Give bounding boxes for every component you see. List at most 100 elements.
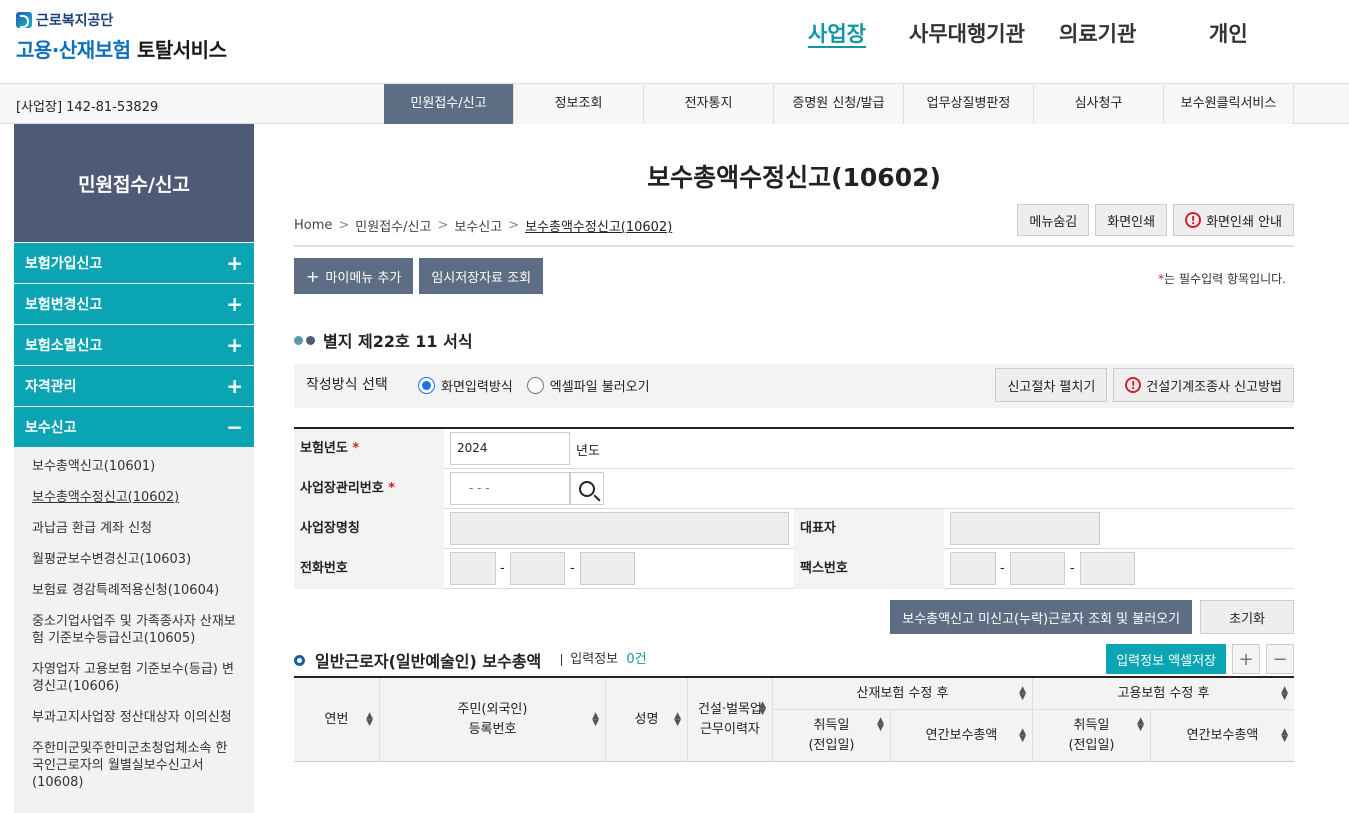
sidebar-cat-pay-report[interactable]: 보수신고 − (14, 407, 254, 447)
sort-icon: ▲ ▼ (1137, 716, 1144, 733)
col-name[interactable]: 성명 ▲ ▼ (606, 678, 688, 762)
col-seq[interactable]: 연번 ▲ ▼ (294, 678, 380, 762)
print-guide-button[interactable]: ! 화면인쇄 안내 (1173, 204, 1294, 236)
search-button[interactable] (570, 472, 604, 505)
col-seq-label: 연번 (324, 712, 349, 727)
tab-pay-oneclick[interactable]: 보수원클릭서비스 (1164, 84, 1294, 124)
hide-menu-button[interactable]: 메뉴숨김 (1017, 204, 1090, 236)
col-industrial-total-label: 연간보수총액 (925, 728, 998, 743)
sidebar-cat-terminate[interactable]: 보험소멸신고 + (14, 325, 254, 365)
construction-guide-label: 건설기계조종사 신고방법 (1146, 379, 1282, 395)
year-input[interactable] (450, 432, 570, 465)
breadcrumb-item[interactable]: 보수신고 (454, 216, 502, 235)
method-radio-group: 화면입력방식 엑셀파일 불러오기 (418, 376, 650, 395)
construction-guide-button[interactable]: ! 건설기계조종사 신고방법 (1113, 368, 1294, 402)
phone-field-3 (580, 552, 635, 585)
sort-icon: ▲ ▼ (877, 716, 884, 733)
biz-name-field (450, 512, 789, 545)
worker-section-actions: 입력정보 엑셀저장 + − (1106, 644, 1294, 674)
nav-personal[interactable]: 개인 (1209, 18, 1248, 48)
col-group-industrial[interactable]: 산재보험 수정 후 ▲ ▼ (773, 678, 1033, 709)
minus-icon: − (226, 415, 243, 439)
col-construction-label: 건설·벌목업 근무이력자 (698, 702, 762, 737)
radio-screen-input-label[interactable]: 화면입력방식 (441, 376, 513, 395)
col-employment-total[interactable]: 연간보수총액 ▲ ▼ (1151, 710, 1294, 762)
breadcrumb-item[interactable]: 민원접수/신고 (355, 216, 431, 235)
expand-procedure-button[interactable]: 신고절차 펼치기 (995, 368, 1108, 402)
add-row-button[interactable]: + (1232, 644, 1260, 674)
radio-excel-import[interactable] (526, 377, 544, 394)
sidebar-item[interactable]: 자영업자 고용보험 기준보수(등급) 변경신고(10606) (14, 654, 254, 702)
sidebar-cat-label: 보험소멸신고 (25, 338, 103, 354)
sidebar-item[interactable]: 보험료 경감특례적용신청(10604) (14, 575, 254, 606)
temp-lookup-button[interactable]: 임시저장자료 조회 (419, 258, 544, 294)
minus-icon: − (1272, 648, 1288, 670)
sidebar-sub-list: 보수총액신고(10601) 보수총액수정신고(10602) 과납금 환급 계좌 … (14, 447, 254, 798)
nav-business[interactable]: 사업장 (808, 18, 866, 48)
sort-icon: ▲ ▼ (1019, 684, 1026, 702)
sidebar-item[interactable]: 주한미군및주한미군초청업체소속 한국인근로자의 월별실보수신고서(10608) (14, 733, 254, 798)
sub-bar: [사업장] 142-81-53829 민원접수/신고 정보조회 전자통지 증명원… (0, 84, 1349, 124)
org-name: 근로복지공단 (36, 13, 114, 29)
phone-label: 전화번호 (294, 549, 444, 589)
plus-icon: + (1238, 648, 1254, 670)
input-count: 0건 (626, 652, 647, 667)
sidebar-title: 민원접수/신고 (14, 124, 254, 242)
sidebar-item[interactable]: 보수총액신고(10601) (14, 451, 254, 482)
col-employment-acq-date[interactable]: 취득일 (전입일) ▲ ▼ (1033, 710, 1151, 762)
col-industrial-total[interactable]: 연간보수총액 ▲ ▼ (891, 710, 1033, 762)
unreported-lookup-button[interactable]: 보수총액신고 미신고(누락)근로자 조회 및 불러오기 (890, 600, 1193, 634)
tab-complaint[interactable]: 민원접수/신고 (384, 84, 514, 124)
form-row-phone: 전화번호 - - 팩스번호 - - (294, 549, 1294, 589)
logo[interactable]: 근로복지공단 고용·산재보험 토탈서비스 (16, 10, 227, 63)
service-name-dark: 토탈서비스 (136, 38, 227, 62)
radio-excel-import-label[interactable]: 엑셀파일 불러오기 (550, 376, 650, 395)
tab-info-lookup[interactable]: 정보조회 (514, 84, 644, 124)
sidebar-cat-qualification[interactable]: 자격관리 + (14, 366, 254, 406)
nav-medical[interactable]: 의료기관 (1059, 18, 1136, 48)
phone-dash: - (500, 561, 505, 576)
top-header: 근로복지공단 고용·산재보험 토탈서비스 사업장 사무대행기관 의료기관 개인 (0, 0, 1349, 84)
phone-field-2 (510, 552, 565, 585)
sidebar-cat-join[interactable]: 보험가입신고 + (14, 243, 254, 283)
sidebar-cat-label: 보험변경신고 (25, 297, 103, 313)
page-title: 보수총액수정신고(10602) (647, 163, 941, 192)
col-industrial-acq-label: 취득일 (전입일) (808, 718, 855, 753)
search-icon (579, 480, 595, 497)
breadcrumb-current[interactable]: 보수총액수정신고(10602) (525, 216, 672, 235)
radio-screen-input[interactable] (418, 377, 435, 394)
required-star: * (352, 441, 360, 456)
alert-icon: ! (1125, 377, 1142, 393)
sidebar-item[interactable]: 중소기업사업주 및 가족종사자 산재보험 기준보수등급신고(10605) (14, 606, 254, 654)
sidebar-cat-label: 자격관리 (25, 379, 77, 395)
plus-icon: + (226, 292, 243, 316)
col-construction[interactable]: 건설·벌목업 근무이력자 ▲ ▼ (688, 678, 773, 762)
mgmt-label: 사업장관리번호 * (294, 469, 444, 509)
col-rrn[interactable]: 주민(외국인) 등록번호 ▲ ▼ (380, 678, 606, 762)
mgmt-number-input[interactable] (450, 472, 570, 505)
comwel-logo-icon (16, 12, 32, 28)
sidebar-cat-change[interactable]: 보험변경신고 + (14, 284, 254, 324)
sidebar-item-current[interactable]: 보수총액수정신고(10602) (14, 482, 254, 513)
input-info-label: 입력정보 (570, 652, 619, 667)
sidebar-item[interactable]: 월평균보수변경신고(10603) (14, 544, 254, 575)
tab-e-notice[interactable]: 전자통지 (644, 84, 774, 124)
nav-agency[interactable]: 사무대행기관 (909, 18, 1025, 48)
excel-save-button[interactable]: 입력정보 엑셀저장 (1106, 644, 1226, 674)
remove-row-button[interactable]: − (1266, 644, 1294, 674)
required-star: * (388, 481, 396, 496)
breadcrumb: Home > 민원접수/신고 > 보수신고 > 보수총액수정신고(10602) (294, 216, 672, 235)
tab-disease-judgement[interactable]: 업무상질병판정 (904, 84, 1034, 124)
fax-field-3 (1080, 552, 1135, 585)
worker-table-header: 연번 ▲ ▼ 주민(외국인) 등록번호 ▲ ▼ 성명 ▲ ▼ 건설·벌목업 근무이력자 ▲ ▼ … (294, 676, 1294, 762)
sidebar-item[interactable]: 과납금 환급 계좌 신청 (14, 513, 254, 544)
add-mymenu-button[interactable]: + 마이메뉴 추가 (294, 258, 414, 294)
tab-review-request[interactable]: 심사청구 (1034, 84, 1164, 124)
col-industrial-acq-date[interactable]: 취득일 (전입일) ▲ ▼ (773, 710, 891, 762)
print-button[interactable]: 화면인쇄 (1095, 204, 1168, 236)
tab-certificate[interactable]: 증명원 신청/발급 (774, 84, 904, 124)
col-group-employment[interactable]: 고용보험 수정 후 ▲ ▼ (1033, 678, 1294, 709)
breadcrumb-home[interactable]: Home (294, 218, 332, 233)
reset-button[interactable]: 초기화 (1200, 600, 1294, 634)
sidebar-item[interactable]: 부과고지사업장 정산대상자 이의신청 (14, 702, 254, 733)
